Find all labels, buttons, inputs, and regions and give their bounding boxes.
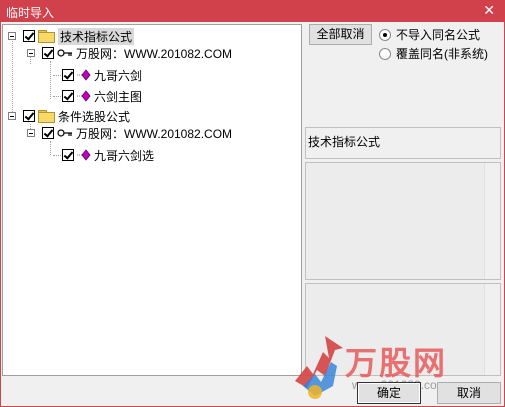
radio-dot-icon[interactable] bbox=[379, 47, 391, 60]
checkbox[interactable] bbox=[42, 47, 54, 59]
radio-label: 不导入同名公式 bbox=[396, 28, 481, 42]
tree-leaf-label: 九哥六剑 bbox=[94, 68, 143, 83]
checkbox[interactable] bbox=[23, 30, 35, 42]
tree-leaf[interactable]: 九哥六剑 bbox=[62, 66, 142, 84]
collapse-toggle-icon[interactable] bbox=[27, 49, 35, 57]
tree-connector bbox=[50, 61, 51, 99]
description-box[interactable] bbox=[305, 162, 501, 280]
radio-label: 覆盖同名(非系统) bbox=[396, 47, 488, 61]
title-bar: 临时导入 ✕ bbox=[0, 0, 505, 22]
key-icon bbox=[57, 129, 72, 137]
tree-group[interactable]: 条件选股公式 bbox=[23, 107, 130, 125]
collapse-toggle-icon[interactable] bbox=[8, 112, 16, 120]
tree-connector bbox=[12, 39, 13, 114]
tree-leaf-label: 九哥六剑选 bbox=[94, 148, 155, 163]
collapse-toggle-icon[interactable] bbox=[8, 32, 16, 40]
tree-leaf-label: 六剑主图 bbox=[94, 89, 143, 104]
checkbox[interactable] bbox=[62, 90, 74, 102]
formula-tree[interactable]: 技术指标公式 万股网：WWW.201082.COM 九哥六剑 六剑主图 条件选股… bbox=[2, 24, 302, 376]
scrollbar[interactable] bbox=[484, 163, 500, 279]
radio-overwrite-duplicates[interactable]: 覆盖同名(非系统) bbox=[379, 45, 488, 62]
window-title: 临时导入 bbox=[6, 6, 55, 20]
tree-group-label: 条件选股公式 bbox=[58, 109, 131, 124]
tree-group[interactable]: 技术指标公式 bbox=[23, 27, 135, 45]
formula-type-panel: 技术指标公式 bbox=[305, 127, 501, 159]
tree-connector bbox=[50, 141, 51, 155]
cancel-button[interactable]: 取消 bbox=[437, 382, 501, 404]
checkbox[interactable] bbox=[23, 110, 35, 122]
scrollbar[interactable] bbox=[484, 284, 500, 375]
checkbox[interactable] bbox=[62, 149, 74, 161]
tree-node-label: 万股网：WWW.201082.COM bbox=[76, 126, 233, 141]
formula-diamond-icon bbox=[77, 90, 91, 102]
tree-leaf[interactable]: 六剑主图 bbox=[62, 87, 142, 105]
tree-node-label: 万股网：WWW.201082.COM bbox=[76, 46, 233, 61]
formula-diamond-icon bbox=[77, 149, 91, 161]
cancel-all-button[interactable]: 全部取消 bbox=[309, 24, 372, 45]
ok-button[interactable]: 确定 bbox=[357, 382, 421, 404]
folder-icon bbox=[38, 110, 55, 123]
checkbox[interactable] bbox=[42, 127, 54, 139]
panel-title: 技术指标公式 bbox=[308, 135, 381, 149]
key-icon bbox=[57, 49, 72, 57]
tree-node[interactable]: 万股网：WWW.201082.COM bbox=[42, 124, 232, 142]
collapse-toggle-icon[interactable] bbox=[27, 129, 35, 137]
tree-leaf[interactable]: 九哥六剑选 bbox=[62, 146, 154, 164]
folder-icon bbox=[38, 30, 55, 43]
formula-diamond-icon bbox=[77, 69, 91, 81]
tree-node[interactable]: 万股网：WWW.201082.COM bbox=[42, 44, 232, 62]
tree-group-label: 技术指标公式 bbox=[58, 27, 135, 45]
radio-dot-icon[interactable] bbox=[379, 28, 391, 41]
close-icon[interactable]: ✕ bbox=[483, 2, 495, 18]
radio-skip-duplicates[interactable]: 不导入同名公式 bbox=[379, 26, 480, 43]
checkbox[interactable] bbox=[62, 69, 74, 81]
